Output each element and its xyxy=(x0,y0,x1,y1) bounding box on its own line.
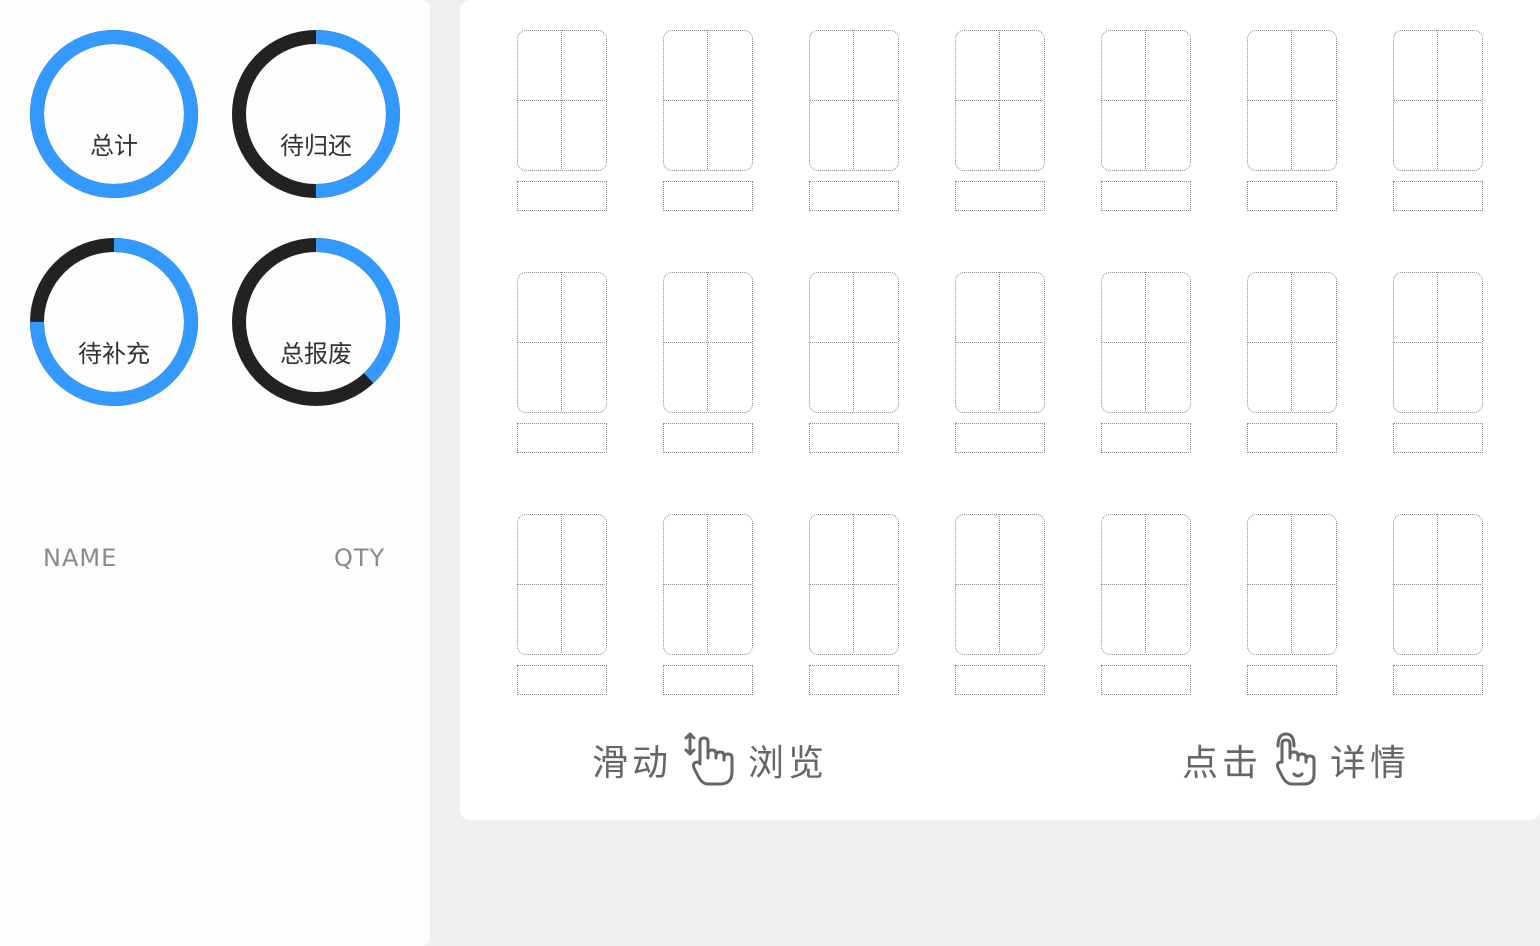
hand-swipe-icon xyxy=(684,732,734,786)
cabinet-slot[interactable] xyxy=(1247,272,1337,454)
cabinet-slot[interactable] xyxy=(809,272,899,454)
cabinet-slot[interactable] xyxy=(517,272,607,454)
cabinet-slot[interactable] xyxy=(955,514,1045,696)
cabinet-label-box xyxy=(517,423,607,453)
cabinet-slot[interactable] xyxy=(809,30,899,212)
cabinet-divider-horizontal xyxy=(663,100,751,101)
cabinet-label-box xyxy=(955,665,1045,695)
ring-progress-arc xyxy=(30,30,198,198)
cabinet-slot[interactable] xyxy=(663,514,753,696)
cabinet-label-box xyxy=(663,665,753,695)
cabinet-slot[interactable] xyxy=(517,514,607,696)
cabinet-divider-horizontal xyxy=(809,100,897,101)
cabinet-divider-horizontal xyxy=(517,100,605,101)
cabinet-divider-horizontal xyxy=(517,584,605,585)
cabinet-slot[interactable] xyxy=(1247,30,1337,212)
ring-total-scrapped[interactable]: 总报废 xyxy=(232,238,400,406)
cabinet-label-box xyxy=(1247,423,1337,453)
cabinet-divider-horizontal xyxy=(663,584,751,585)
hand-tap-icon xyxy=(1276,732,1316,786)
cabinet-divider-horizontal xyxy=(1101,584,1189,585)
cabinet-label-box xyxy=(1101,423,1191,453)
cabinet-divider-horizontal xyxy=(1247,584,1335,585)
scroll-hint: 滑动 浏览 xyxy=(592,730,828,790)
cabinet-label-box xyxy=(955,181,1045,211)
cabinet-slot[interactable] xyxy=(1393,30,1483,212)
cabinet-divider-horizontal xyxy=(1393,584,1481,585)
cabinet-label-box xyxy=(663,423,753,453)
ring-total-scrapped-label: 总报废 xyxy=(280,340,352,368)
cabinet-label-box xyxy=(1101,665,1191,695)
ring-total-scrapped-gauge xyxy=(232,238,400,406)
cabinet-label-box xyxy=(1393,665,1483,695)
cabinet-divider-horizontal xyxy=(955,342,1043,343)
cabinet-divider-horizontal xyxy=(1393,342,1481,343)
cabinet-label-box xyxy=(1247,665,1337,695)
cabinet-divider-horizontal xyxy=(1247,342,1335,343)
cabinet-label-box xyxy=(1101,181,1191,211)
cabinet-divider-horizontal xyxy=(809,584,897,585)
cabinet-divider-horizontal xyxy=(1247,100,1335,101)
ring-pending-restock-gauge xyxy=(30,238,198,406)
cabinet-label-box xyxy=(1247,181,1337,211)
cabinet-label-box xyxy=(517,665,607,695)
cabinet-label-box xyxy=(809,665,899,695)
list-header-name: NAME xyxy=(43,544,118,572)
cabinet-label-box xyxy=(1393,181,1483,211)
ring-total-label: 总计 xyxy=(90,132,138,160)
cabinet-label-box xyxy=(809,181,899,211)
ring-pending-restock-label: 待补充 xyxy=(78,340,150,368)
cabinet-divider-horizontal xyxy=(809,342,897,343)
cabinet-slot[interactable] xyxy=(1393,272,1483,454)
cabinet-label-box xyxy=(809,423,899,453)
list-header-qty: QTY xyxy=(334,544,386,572)
tap-hint-left: 点击 xyxy=(1182,743,1263,784)
cabinet-slot[interactable] xyxy=(1101,514,1191,696)
cabinet-slot[interactable] xyxy=(955,272,1045,454)
ring-pending-restock[interactable]: 待补充 xyxy=(30,238,198,406)
cabinet-label-box xyxy=(663,181,753,211)
cabinet-label-box xyxy=(955,423,1045,453)
tap-hint: 点击 详情 xyxy=(1182,730,1410,790)
ring-pending-return-label: 待归还 xyxy=(280,132,352,160)
cabinet-divider-horizontal xyxy=(955,100,1043,101)
scroll-hint-left: 滑动 xyxy=(592,743,673,784)
cabinet-slot[interactable] xyxy=(517,30,607,212)
cabinet-slot[interactable] xyxy=(955,30,1045,212)
ring-pending-return[interactable]: 待归还 xyxy=(232,30,400,198)
cabinet-grid-panel: 滑动 浏览 点击 详情 xyxy=(460,0,1540,820)
cabinet-slot[interactable] xyxy=(1101,30,1191,212)
cabinet-slot[interactable] xyxy=(809,514,899,696)
scroll-hint-right: 浏览 xyxy=(748,743,829,784)
cabinet-divider-horizontal xyxy=(1101,100,1189,101)
cabinet-slot[interactable] xyxy=(663,30,753,212)
stats-panel: 总计 待归还 待补充 总报废 NAME QTY xyxy=(0,0,430,946)
tap-hint-right: 详情 xyxy=(1330,743,1411,784)
ring-pending-return-gauge xyxy=(232,30,400,198)
cabinet-divider-horizontal xyxy=(1101,342,1189,343)
cabinet-slot[interactable] xyxy=(1247,514,1337,696)
cabinet-label-box xyxy=(1393,423,1483,453)
cabinet-slot[interactable] xyxy=(663,272,753,454)
cabinet-divider-horizontal xyxy=(663,342,751,343)
ring-total-gauge xyxy=(30,30,198,198)
ring-total[interactable]: 总计 xyxy=(30,30,198,198)
cabinet-divider-horizontal xyxy=(517,342,605,343)
cabinet-slot[interactable] xyxy=(1393,514,1483,696)
cabinet-divider-horizontal xyxy=(1393,100,1481,101)
cabinet-divider-horizontal xyxy=(955,584,1043,585)
cabinet-slot[interactable] xyxy=(1101,272,1191,454)
cabinet-label-box xyxy=(517,181,607,211)
